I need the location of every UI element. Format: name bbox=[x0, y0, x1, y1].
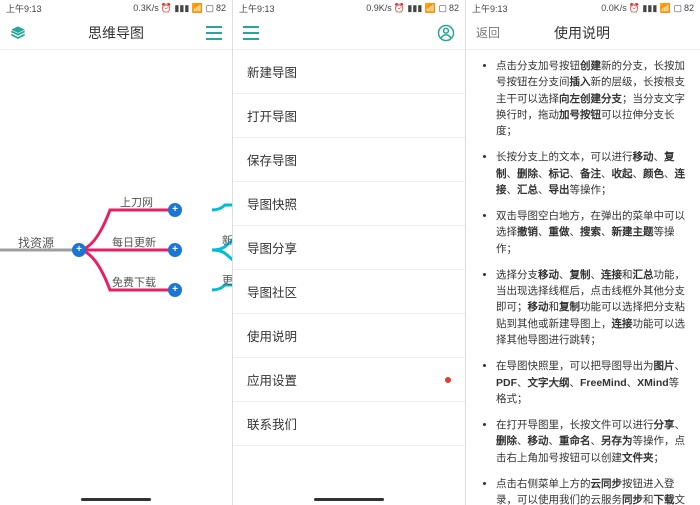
menu-item-settings[interactable]: 应用设置 bbox=[233, 358, 465, 402]
layers-icon[interactable] bbox=[10, 25, 26, 41]
status-bar: 上午9:13 0.0K/s ⏰ ▮▮▮ 📶 ▢ 82 bbox=[466, 0, 700, 16]
page-title: 思维导图 bbox=[26, 23, 206, 43]
status-time: 上午9:13 bbox=[6, 2, 42, 15]
menu-item-snapshot[interactable]: 导图快照 bbox=[233, 182, 465, 226]
header: 返回 使用说明 bbox=[466, 16, 700, 50]
node-b3[interactable]: 免费下载 bbox=[112, 274, 156, 290]
plus-icon[interactable]: + bbox=[168, 283, 182, 297]
help-screen: 上午9:13 0.0K/s ⏰ ▮▮▮ 📶 ▢ 82 返回 使用说明 点击分支加… bbox=[466, 0, 700, 505]
status-right: 0.3K/s ⏰ ▮▮▮ 📶 ▢ 82 bbox=[133, 3, 226, 14]
plus-icon[interactable]: + bbox=[168, 203, 182, 217]
menu-item-share[interactable]: 导图分享 bbox=[233, 226, 465, 270]
menu-item-community[interactable]: 导图社区 bbox=[233, 270, 465, 314]
menu-screen: 上午9:13 0.9K/s ⏰ ▮▮▮ 📶 ▢ 82 新建导图 打开导图 保存导… bbox=[233, 0, 466, 505]
node-frag2[interactable]: 更 bbox=[222, 272, 232, 288]
help-item: 选择分支移动、复制、连接和汇总功能，当出现选择线框后，点击线框外其他分支即可；移… bbox=[496, 267, 688, 348]
menu-item-open[interactable]: 打开导图 bbox=[233, 94, 465, 138]
status-bar: 上午9:13 0.3K/s ⏰ ▮▮▮ 📶 ▢ 82 bbox=[0, 0, 232, 16]
menu-icon[interactable] bbox=[243, 26, 259, 40]
status-time: 上午9:13 bbox=[472, 2, 508, 15]
menu-item-help[interactable]: 使用说明 bbox=[233, 314, 465, 358]
user-icon[interactable] bbox=[437, 24, 455, 42]
home-indicator bbox=[81, 498, 151, 501]
menu-item-new[interactable]: 新建导图 bbox=[233, 50, 465, 94]
help-item: 点击分支加号按钮创建新的分支，长按加号按钮在分支间插入新的层级，长按根支主干可以… bbox=[496, 58, 688, 139]
page-title: 使用说明 bbox=[500, 23, 664, 43]
mindmap-canvas[interactable]: 找资源 上刀网 每日更新 免费下载 新 更 + + + + bbox=[0, 50, 232, 505]
menu-item-save[interactable]: 保存导图 bbox=[233, 138, 465, 182]
menu-item-contact[interactable]: 联系我们 bbox=[233, 402, 465, 446]
help-item: 点击右侧菜单上方的云同步按钮进入登录，可以使用我们的云服务同步和下载文件；欢迎登… bbox=[496, 476, 688, 505]
home-indicator bbox=[314, 498, 384, 501]
help-item: 双击导图空白地方，在弹出的菜单中可以选择撤销、重做、搜索、新建主题等操作； bbox=[496, 208, 688, 257]
plus-icon[interactable]: + bbox=[168, 243, 182, 257]
node-b1[interactable]: 上刀网 bbox=[120, 194, 153, 210]
node-root[interactable]: 找资源 bbox=[18, 234, 54, 251]
header: 思维导图 bbox=[0, 16, 232, 50]
notification-dot bbox=[445, 377, 451, 383]
back-button[interactable]: 返回 bbox=[476, 24, 500, 41]
help-item: 在导图快照里，可以把导图导出为图片、PDF、文字大纲、FreeMind、XMin… bbox=[496, 358, 688, 407]
plus-icon[interactable]: + bbox=[72, 243, 86, 257]
help-item: 长按分支上的文本，可以进行移动、复制、删除、标记、备注、收起、颜色、连接、汇总、… bbox=[496, 149, 688, 198]
node-b2[interactable]: 每日更新 bbox=[112, 234, 156, 250]
menu-list: 新建导图 打开导图 保存导图 导图快照 导图分享 导图社区 使用说明 应用设置 … bbox=[233, 50, 465, 446]
mindmap-screen: 上午9:13 0.3K/s ⏰ ▮▮▮ 📶 ▢ 82 思维导图 bbox=[0, 0, 233, 505]
menu-icon[interactable] bbox=[206, 26, 222, 40]
header bbox=[233, 16, 465, 50]
status-time: 上午9:13 bbox=[239, 2, 275, 15]
help-content[interactable]: 点击分支加号按钮创建新的分支，长按加号按钮在分支间插入新的层级，长按根支主干可以… bbox=[466, 50, 700, 505]
node-frag1[interactable]: 新 bbox=[222, 232, 232, 248]
help-item: 在打开导图里，长按文件可以进行分享、删除、移动、重命名、另存为等操作，点击右上角… bbox=[496, 417, 688, 466]
status-bar: 上午9:13 0.9K/s ⏰ ▮▮▮ 📶 ▢ 82 bbox=[233, 0, 465, 16]
